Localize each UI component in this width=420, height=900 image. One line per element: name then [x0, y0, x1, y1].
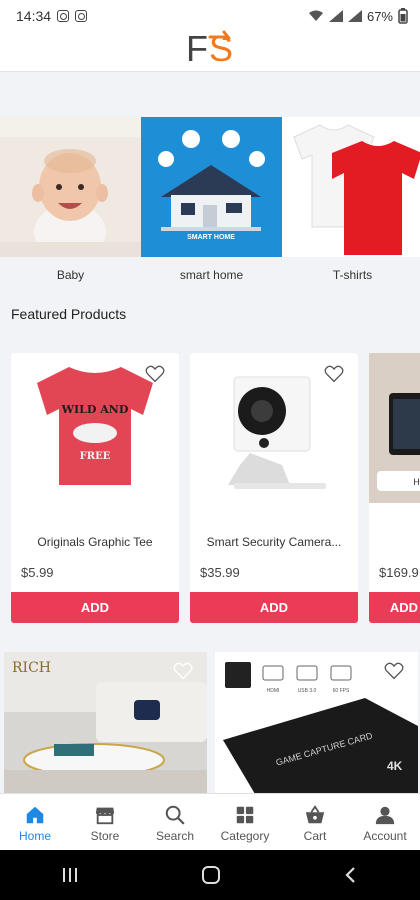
product-name: Originals Graphic Tee: [37, 535, 153, 549]
logo-letter-f: F: [185, 28, 209, 69]
store-icon: [95, 807, 115, 825]
featured-products-list[interactable]: WILD AND FREE Originals Graphic Tee $5.9…: [11, 353, 420, 623]
back-icon[interactable]: [343, 866, 359, 884]
category-label: T-shirts: [332, 268, 373, 282]
capture-card-tag: 60 FPS: [333, 688, 350, 694]
tee-print-top: WILD AND: [61, 403, 129, 416]
smart-home-overlay-text: SMART HOME: [187, 234, 235, 241]
nav-store[interactable]: Store: [70, 794, 140, 850]
tee-print-bottom: FREE: [80, 451, 111, 462]
brand-text: RICH: [12, 660, 51, 676]
signal-icon: [328, 10, 343, 22]
product-badge-text: Ha: [413, 477, 420, 487]
capture-card-resolution: 4K: [387, 759, 403, 773]
app-header: FS: [0, 30, 420, 72]
search-icon: [165, 805, 185, 825]
heart-icon[interactable]: [384, 662, 404, 680]
product-price: $5.99: [21, 565, 54, 580]
logo-arrow-icon: [208, 30, 232, 40]
nav-label: Account: [363, 829, 407, 843]
product-price: $35.99: [200, 565, 240, 580]
status-left: 14:34: [16, 8, 88, 24]
home-button-icon[interactable]: [201, 865, 221, 885]
product-card[interactable]: WILD AND FREE Originals Graphic Tee $5.9…: [11, 353, 179, 623]
nav-home[interactable]: Home: [0, 794, 70, 850]
product-image: [190, 353, 358, 503]
category-label: Baby: [56, 268, 85, 282]
account-icon: [375, 806, 395, 825]
smart-home-illustration: SMART HOME: [141, 117, 282, 257]
category-smart-home[interactable]: SMART HOME smart home: [141, 117, 282, 282]
recent-apps-icon[interactable]: [61, 866, 79, 884]
nav-category[interactable]: Category: [210, 794, 280, 850]
nav-search[interactable]: Search: [140, 794, 210, 850]
bottom-navigation: Home Store Search Category Cart Account: [0, 793, 420, 850]
nav-label: Search: [155, 829, 195, 843]
nav-cart[interactable]: Cart: [280, 794, 350, 850]
product-tile[interactable]: RICH: [4, 652, 207, 794]
system-navigation-bar: [0, 850, 420, 900]
product-image: Ha: [369, 353, 420, 503]
instagram-icon: [57, 10, 70, 22]
instagram-icon: [75, 10, 88, 22]
nav-label: Category: [220, 829, 270, 843]
category-carousel[interactable]: Baby SMART HOME smart home T-shirts: [0, 117, 420, 282]
wifi-icon: [308, 10, 323, 21]
home-icon: [26, 806, 44, 824]
capture-card-tag: HDMI: [267, 688, 280, 694]
category-tshirts[interactable]: T-shirts: [282, 117, 420, 282]
nav-label: Store: [90, 829, 120, 843]
basket-icon: [305, 805, 325, 824]
tshirts-photo: [282, 117, 420, 257]
product-name: E: [369, 535, 420, 549]
category-label: smart home: [179, 268, 244, 282]
baby-photo: [0, 117, 141, 257]
product-image: WILD AND FREE: [11, 353, 179, 503]
category-baby[interactable]: Baby: [0, 117, 141, 282]
product-tile[interactable]: HDMI USB 3.0 60 FPS GAME CAPTURE CARD 4K: [215, 652, 418, 794]
nav-label: Cart: [303, 829, 327, 843]
nav-account[interactable]: Account: [350, 794, 420, 850]
clock: 14:34: [16, 8, 52, 24]
product-card[interactable]: Ha E $169.9 ADD: [369, 353, 420, 623]
app-logo[interactable]: FS: [186, 30, 234, 67]
product-grid[interactable]: RICH HDMI USB 3.0 60 FPS GAME CAPTURE CA…: [4, 652, 418, 794]
product-price: $169.9: [379, 565, 419, 580]
product-card[interactable]: Smart Security Camera... $35.99 ADD: [190, 353, 358, 623]
battery-icon: [398, 8, 408, 24]
category-grid-icon: [236, 806, 254, 824]
heart-icon[interactable]: [173, 662, 193, 680]
add-to-cart-button[interactable]: ADD: [190, 592, 358, 623]
capture-card-tag: USB 3.0: [298, 688, 317, 694]
nav-label: Home: [18, 829, 51, 843]
add-to-cart-button[interactable]: ADD: [369, 592, 420, 623]
heart-icon[interactable]: [324, 365, 344, 383]
status-right: 67%: [308, 8, 408, 24]
section-title: Featured Products: [11, 306, 127, 322]
product-name: Smart Security Camera...: [206, 535, 342, 549]
add-to-cart-button[interactable]: ADD: [11, 592, 179, 623]
signal-icon: [347, 10, 362, 22]
battery-percent: 67%: [366, 8, 393, 24]
heart-icon[interactable]: [145, 365, 165, 383]
